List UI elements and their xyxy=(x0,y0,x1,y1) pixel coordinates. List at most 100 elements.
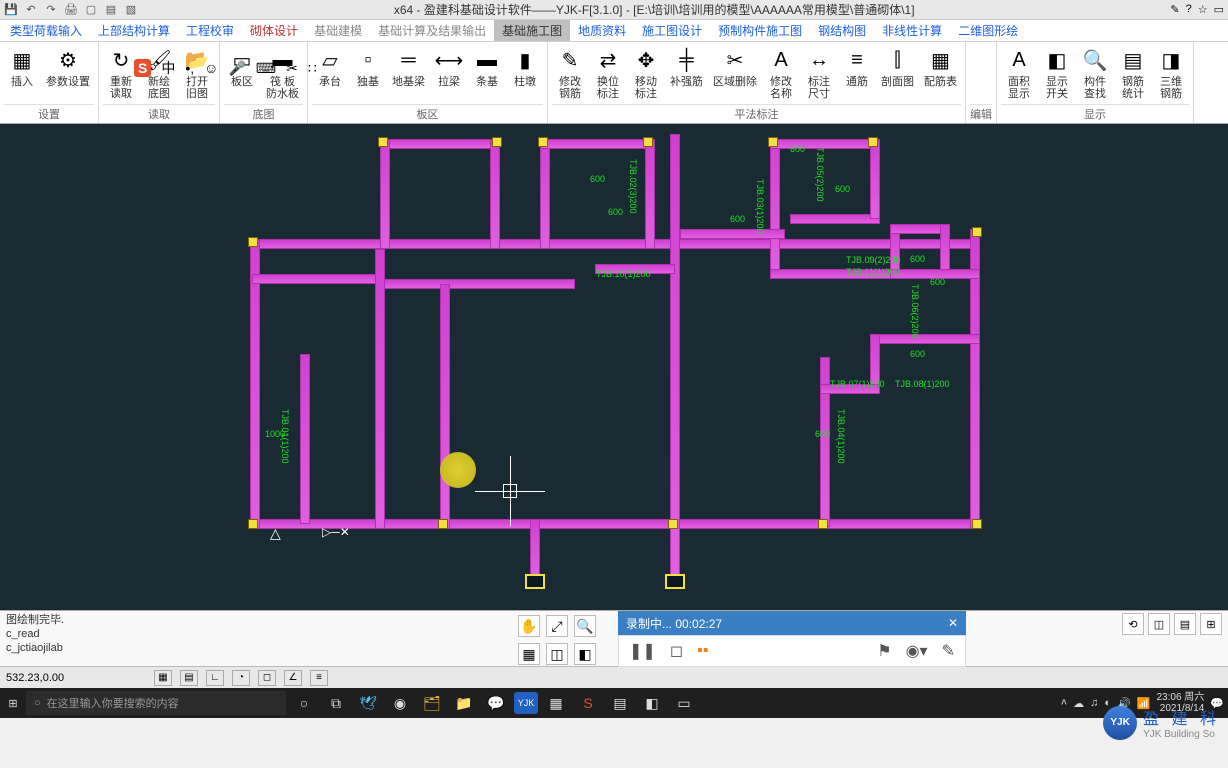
stop-icon[interactable]: ◻ xyxy=(670,641,683,661)
ribbon-btn-bar[interactable]: ≡通筋 xyxy=(839,44,875,90)
ribbon-btn-area[interactable]: A面积 显示 xyxy=(1001,44,1037,102)
ribbon-btn-switch[interactable]: ◧显示 开关 xyxy=(1039,44,1075,102)
tool-icon[interactable]: ▤ xyxy=(1174,613,1196,635)
tool-icon[interactable]: ⊞ xyxy=(1200,613,1222,635)
app-icon[interactable]: ◧ xyxy=(638,689,666,717)
layers-icon[interactable]: ◫ xyxy=(546,643,568,665)
ribbon-btn-sect[interactable]: ⫿剖面图 xyxy=(877,44,918,90)
cmd-line: c_jctiaojilab xyxy=(6,641,502,655)
menu-1[interactable]: 上部结构计算 xyxy=(90,20,178,41)
ribbon-btn-beam[interactable]: ═地基梁 xyxy=(388,44,429,90)
ribbon-btn-stat[interactable]: ▤钢筋 统计 xyxy=(1115,44,1151,102)
pan-icon[interactable]: ✋ xyxy=(518,615,540,637)
yjk-app-icon[interactable]: YJK xyxy=(514,692,538,714)
min-icon[interactable]: ▭ xyxy=(1214,3,1224,16)
ime-mode[interactable]: 中 xyxy=(161,58,175,78)
sogou-icon[interactable]: S xyxy=(134,59,151,77)
menu-10[interactable]: 钢结构图 xyxy=(810,20,874,41)
chrome-icon[interactable]: ◉ xyxy=(386,689,414,717)
tray-icon[interactable]: ♫ xyxy=(1090,697,1098,709)
menu-2[interactable]: 工程校审 xyxy=(178,20,242,41)
star-icon[interactable]: ☆ xyxy=(1198,3,1208,16)
open-icon[interactable]: ▤ xyxy=(104,3,118,17)
taskbar[interactable]: ⊞ ○ 在这里输入你要搜索的内容 ○ ⧉ 🕊 ◉ 🗂 📁 💬 YJK ▦ S ▤… xyxy=(0,688,1228,718)
app-icon[interactable]: ▭ xyxy=(670,689,698,717)
menu-12[interactable]: 二维图形绘 xyxy=(950,20,1026,41)
ribbon-btn-col[interactable]: ▮柱墩 xyxy=(507,44,543,90)
ribbon-btn-3d[interactable]: ◨三维 钢筋 xyxy=(1153,44,1189,102)
taskview-icon[interactable]: ⧉ xyxy=(322,689,350,717)
save-icon[interactable]: 💾 xyxy=(4,3,18,17)
menu-5[interactable]: 基础计算及结果输出 xyxy=(370,20,494,41)
ribbon-btn-tie[interactable]: ⟷拉梁 xyxy=(431,44,467,90)
ribbon-btn-cap[interactable]: ▱承台 xyxy=(312,44,348,90)
menu-8[interactable]: 施工图设计 xyxy=(634,20,710,41)
close-icon[interactable]: ▧ xyxy=(124,3,138,17)
stat-icon: ▤ xyxy=(1119,46,1147,74)
marker-icon[interactable]: ▪▪ xyxy=(697,642,708,660)
ribbon-label: 通筋 xyxy=(846,76,868,88)
cortana-icon[interactable]: ○ xyxy=(290,689,318,717)
pause-icon[interactable]: ❚❚ xyxy=(629,641,656,661)
menu-0[interactable]: 类型荷载输入 xyxy=(2,20,90,41)
ribbon-btn-dim[interactable]: ↔标注 尺寸 xyxy=(801,44,837,102)
ribbon-btn-strip[interactable]: ▬条基 xyxy=(469,44,505,90)
print-icon[interactable]: 🖨 xyxy=(64,3,78,17)
menu-4[interactable]: 基础建模 xyxy=(306,20,370,41)
snap-icon[interactable]: ▦ xyxy=(154,670,172,686)
ribbon-btn-reinf[interactable]: ╪补强筋 xyxy=(666,44,707,90)
magic-icon[interactable]: ✎ xyxy=(1170,3,1179,16)
ortho-icon[interactable]: ∟ xyxy=(206,670,224,686)
grid-icon[interactable]: ▦ xyxy=(518,643,540,665)
help-icon[interactable]: ? xyxy=(1186,3,1192,16)
command-area: 图绘制完毕. c_read c_jctiaojilab ✋ ⤢ 🔍 ▦ ◫ ◧ … xyxy=(0,610,1228,666)
polar-icon[interactable]: ◔ xyxy=(232,670,250,686)
ribbon-label: 标注 尺寸 xyxy=(808,76,830,100)
grid-icon[interactable]: ▤ xyxy=(180,670,198,686)
ribbon-btn-edit[interactable]: ✎修改 钢筋 xyxy=(552,44,588,102)
rec-close-icon[interactable]: ✕ xyxy=(948,616,958,630)
menu-11[interactable]: 非线性计算 xyxy=(874,20,950,41)
ribbon-btn-grid[interactable]: ▦插入 xyxy=(4,44,40,90)
undo-icon[interactable]: ↶ xyxy=(24,3,38,17)
menu-9[interactable]: 预制构件施工图 xyxy=(710,20,810,41)
menu-7[interactable]: 地质资料 xyxy=(570,20,634,41)
redo-icon[interactable]: ↷ xyxy=(44,3,58,17)
ribbon-btn-swap[interactable]: ⇄换位 标注 xyxy=(590,44,626,102)
flag-icon[interactable]: ⚑ xyxy=(877,641,891,661)
app-icon[interactable]: ▦ xyxy=(542,689,570,717)
lwt-icon[interactable]: ≡ xyxy=(310,670,328,686)
osnap-icon[interactable]: ◻ xyxy=(258,670,276,686)
tray-icon[interactable]: ☁ xyxy=(1073,697,1084,710)
cam-icon[interactable]: ◉▾ xyxy=(906,641,928,661)
layers2-icon[interactable]: ◧ xyxy=(574,643,596,665)
ribbon-btn-find[interactable]: 🔍构件 查找 xyxy=(1077,44,1113,102)
zoom-win-icon[interactable]: 🔍 xyxy=(574,615,596,637)
ribbon-btn-gear[interactable]: ⚙参数设置 xyxy=(42,44,94,90)
wechat-icon[interactable]: 💬 xyxy=(482,689,510,717)
sogou-task-icon[interactable]: S xyxy=(574,689,602,717)
folder-icon[interactable]: 📁 xyxy=(450,689,478,717)
drawing-canvas[interactable]: TJB.01(1)200 1000 TJB.02(3)200 600 TJB.0… xyxy=(0,124,1228,610)
ime-bar[interactable]: S 中 •,☺🎤⌨✂∷ xyxy=(134,58,317,78)
app-icon[interactable]: 🕊 xyxy=(354,689,382,717)
ribbon-btn-text[interactable]: A修改 名称 xyxy=(763,44,799,102)
ribbon-btn-pad[interactable]: ▫独基 xyxy=(350,44,386,90)
tool-icon[interactable]: ◫ xyxy=(1148,613,1170,635)
taskbar-search[interactable]: ○ 在这里输入你要搜索的内容 xyxy=(26,691,286,715)
new-icon[interactable]: ▢ xyxy=(84,3,98,17)
explorer-icon[interactable]: 🗂 xyxy=(418,689,446,717)
zoom-ext-icon[interactable]: ⤢ xyxy=(546,615,568,637)
ribbon-btn-move[interactable]: ✥移动 标注 xyxy=(628,44,664,102)
tool-icon[interactable]: ⟲ xyxy=(1122,613,1144,635)
app-icon[interactable]: ▤ xyxy=(606,689,634,717)
tray-up-icon[interactable]: ˄ xyxy=(1061,697,1067,709)
menu-6[interactable]: 基础施工图 xyxy=(494,20,570,41)
recorder-bar[interactable]: 录制中... 00:02:27 ✕ xyxy=(618,611,966,635)
start-button[interactable]: ⊞ xyxy=(4,694,22,712)
pencil-icon[interactable]: ✎ xyxy=(942,641,955,661)
ribbon-btn-table[interactable]: ▦配筋表 xyxy=(920,44,961,90)
otrack-icon[interactable]: ∠ xyxy=(284,670,302,686)
menu-3[interactable]: 砌体设计 xyxy=(242,20,306,41)
ribbon-btn-del[interactable]: ✂区域删除 xyxy=(709,44,761,90)
